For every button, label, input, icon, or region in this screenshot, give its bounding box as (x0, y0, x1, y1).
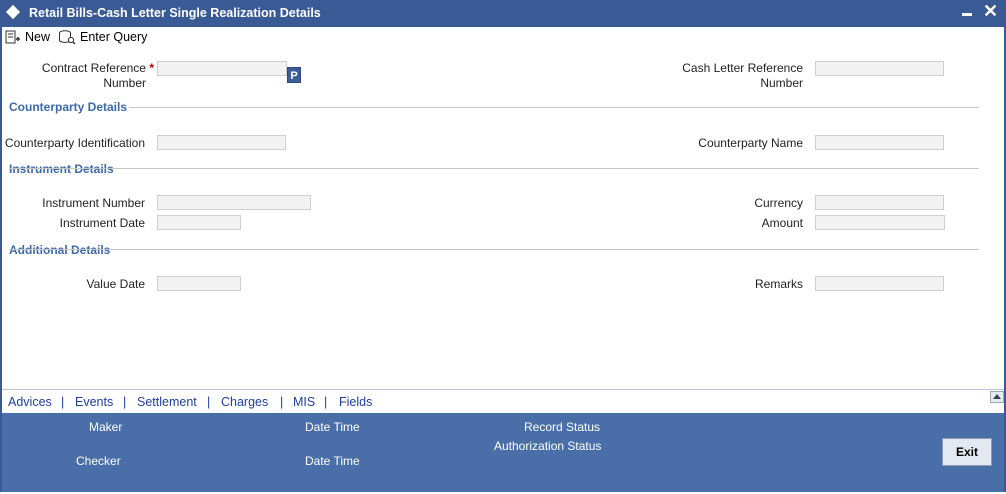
section-divider (9, 168, 979, 169)
currency-input[interactable] (815, 195, 944, 210)
amount-label: Amount (761, 216, 803, 230)
instrument-number-input[interactable] (157, 195, 311, 210)
counterparty-identification-input[interactable] (157, 135, 286, 150)
cash-letter-reference-input[interactable] (815, 61, 944, 76)
exit-button[interactable]: Exit (942, 438, 992, 466)
close-icon[interactable]: ✕ (983, 1, 998, 21)
instrument-date-input[interactable] (157, 215, 241, 230)
maker-date-time-label: Date Time (305, 420, 360, 434)
tab-fields[interactable]: Fields (339, 395, 372, 409)
scroll-up-button[interactable] (990, 391, 1004, 403)
section-divider (9, 249, 979, 250)
window-title: Retail Bills-Cash Letter Single Realizat… (29, 6, 321, 20)
contract-reference-input[interactable] (157, 61, 287, 76)
counterparty-name-input[interactable] (815, 135, 944, 150)
contract-reference-lookup-button[interactable]: P (287, 67, 301, 83)
instrument-details-section-title: Instrument Details (9, 162, 114, 176)
remarks-label: Remarks (754, 277, 803, 291)
checker-date-time-label: Date Time (305, 454, 360, 468)
remarks-input[interactable] (815, 276, 944, 291)
enter-query-button[interactable]: Enter Query (58, 27, 147, 47)
cash-letter-reference-label-line1: Cash Letter Reference (682, 61, 803, 75)
value-date-label: Value Date (86, 277, 145, 291)
maker-label: Maker (89, 420, 123, 434)
contract-reference-label-line1: Contract Reference (41, 61, 146, 75)
required-marker: * (149, 61, 154, 75)
tab-settlement[interactable]: Settlement (137, 395, 197, 409)
app-diamond-icon (5, 4, 21, 20)
new-button-label: New (25, 30, 51, 44)
new-document-icon (5, 30, 20, 43)
tab-separator: | (207, 395, 211, 409)
currency-label: Currency (754, 196, 803, 210)
counterparty-name-label: Counterparty Name (698, 136, 803, 150)
audit-footer: Maker Date Time Checker Date Time Record… (2, 413, 1004, 492)
toolbar: New Enter Query (2, 27, 1004, 48)
instrument-number-label: Instrument Number (42, 196, 145, 210)
authorization-status-label: Authorization Status (494, 439, 602, 453)
tab-separator: | (61, 395, 65, 409)
tab-events[interactable]: Events (75, 395, 113, 409)
section-divider (129, 107, 979, 108)
tab-charges[interactable]: Charges (221, 395, 268, 409)
tab-separator: | (324, 395, 328, 409)
counterparty-identification-label: Counterparty Identification (4, 136, 145, 150)
new-button[interactable]: New (5, 27, 50, 47)
tab-separator: | (280, 395, 284, 409)
arrow-up-icon (993, 394, 1001, 399)
enter-query-icon (59, 30, 76, 45)
minimize-icon[interactable] (962, 13, 972, 16)
additional-details-section-title: Additional Details (9, 243, 111, 257)
instrument-date-label: Instrument Date (59, 216, 145, 230)
subsystem-tab-bar: Advices | Events | Settlement | Charges … (2, 389, 1004, 414)
enter-query-label: Enter Query (80, 30, 148, 44)
tab-mis[interactable]: MIS (293, 395, 315, 409)
cash-letter-reference-label: Cash Letter Reference Number (650, 61, 803, 91)
record-status-label: Record Status (524, 420, 601, 434)
contract-reference-label: Contract Reference * Number (20, 61, 154, 91)
amount-input[interactable] (815, 215, 945, 230)
counterparty-details-section-title: Counterparty Details (9, 100, 128, 114)
tab-separator: | (123, 395, 127, 409)
checker-label: Checker (76, 454, 121, 468)
contract-reference-label-line2: Number (103, 76, 146, 90)
title-bar: Retail Bills-Cash Letter Single Realizat… (0, 0, 1006, 27)
tab-advices[interactable]: Advices (8, 395, 52, 409)
value-date-input[interactable] (157, 276, 241, 291)
cash-letter-reference-label-line2: Number (760, 76, 803, 90)
